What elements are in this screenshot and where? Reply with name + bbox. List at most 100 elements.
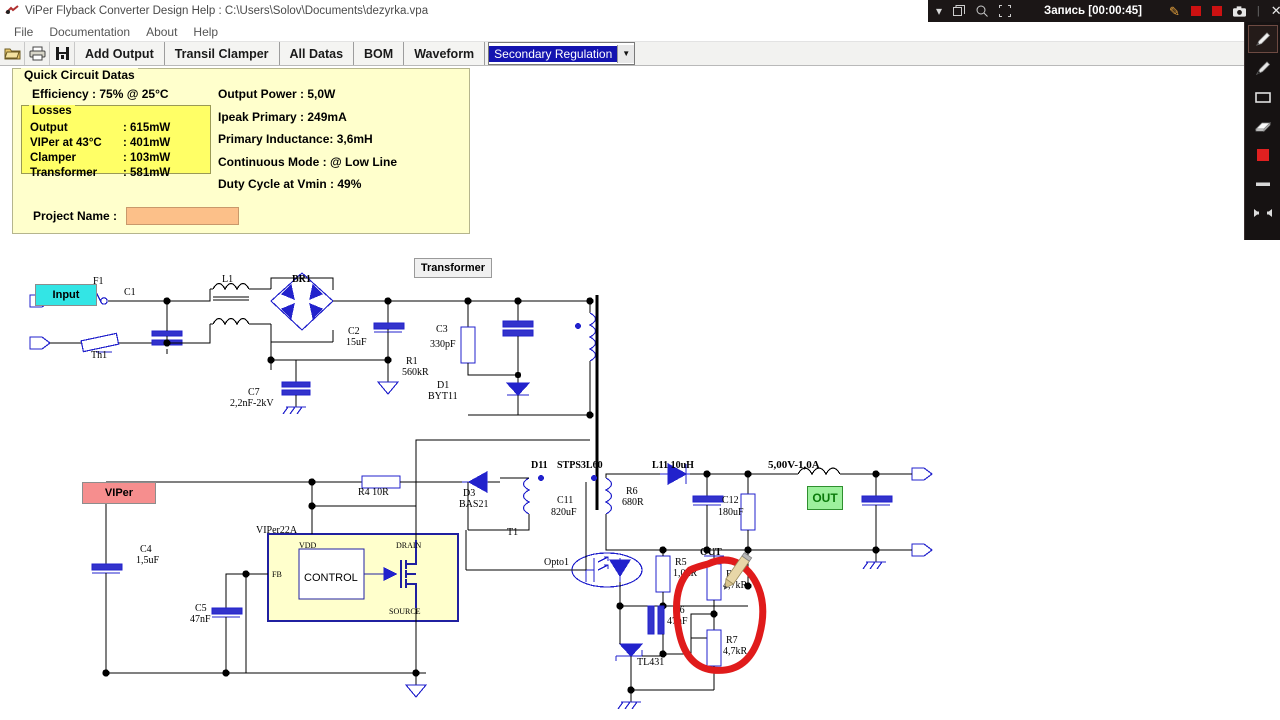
label-d3-value: BAS21 [459, 499, 488, 510]
crop-icon[interactable] [999, 5, 1012, 18]
chevron-down-icon[interactable]: ▼ [617, 44, 635, 63]
regulation-mode-select[interactable]: Secondary Regulation ▼ [488, 42, 636, 65]
window-title: ViPer Flyback Converter Design Help : C:… [25, 4, 429, 17]
rectangle-tool[interactable] [1248, 83, 1278, 111]
transformer-badge[interactable]: Transformer [414, 258, 492, 278]
menu-bar: File Documentation About Help [0, 22, 1244, 42]
panel-title: Quick Circuit Datas [21, 68, 138, 82]
screen-recorder-bar: ▾ Запись [00:00:45] ✎ | ✕ [928, 0, 1280, 22]
tool-bar: Add Output Transil Clamper All Datas BOM… [0, 42, 1244, 66]
close-icon[interactable]: ✕ [1271, 3, 1280, 19]
duty-cycle-text: Duty Cycle at Vmin : 49% [218, 177, 362, 191]
losses-row: Output : 615mW [22, 121, 210, 136]
label-d1: D1 [437, 380, 449, 391]
annotation-tool-strip [1244, 22, 1280, 240]
label-viper22a: VIPer22A [256, 525, 298, 536]
label-r4: R4 10R [358, 487, 389, 498]
schematic-canvas[interactable]: F1 Th1 C1 L1 BR1 C2 15uF C3 330pF R1 560… [0, 240, 1244, 720]
eraser-tool[interactable] [1248, 112, 1278, 140]
label-out-node: OUT [700, 547, 722, 558]
menu-item-about[interactable]: About [138, 23, 185, 41]
label-c1: C1 [124, 287, 136, 298]
zoom-icon[interactable] [976, 5, 988, 18]
label-d1-value: BYT11 [428, 391, 458, 402]
chevron-down-icon[interactable]: ▾ [936, 5, 942, 18]
application-window: ViPer Flyback Converter Design Help : C:… [0, 0, 1244, 720]
print-icon[interactable] [25, 42, 50, 65]
add-output-button[interactable]: Add Output [75, 42, 165, 65]
viper-badge[interactable]: VIPer [82, 482, 156, 504]
bom-button[interactable]: BOM [354, 42, 405, 65]
undo-redo-tool[interactable] [1248, 199, 1278, 227]
continuous-mode-text: Continuous Mode : @ Low Line [218, 154, 398, 169]
label-th1: Th1 [91, 350, 107, 361]
ipeak-primary-text: Ipeak Primary : 249mA [218, 109, 347, 124]
stop-record-icon[interactable] [1190, 5, 1201, 18]
menu-item-help[interactable]: Help [185, 23, 226, 41]
label-r7-value: 4,7kR [723, 646, 748, 657]
label-tl431: TL431 [637, 657, 664, 668]
label-c7: C7 [248, 387, 260, 398]
label-l1: L1 [222, 274, 233, 285]
label-vout: 5,00V-1,0A [768, 459, 820, 471]
label-r1: R1 [406, 356, 418, 367]
save-icon[interactable] [50, 42, 75, 65]
menu-item-documentation[interactable]: Documentation [41, 23, 138, 41]
recording-status: Запись [00:00:45] [1044, 5, 1143, 17]
losses-key: VIPer at 43°C [30, 137, 102, 149]
label-c3: C3 [436, 324, 448, 335]
losses-group: Losses Output : 615mW VIPer at 43°C : 40… [21, 105, 211, 179]
label-c12: C12 [722, 495, 739, 506]
app-icon [5, 4, 19, 18]
output-connector-bottom [911, 543, 933, 557]
line-width-tool[interactable] [1248, 170, 1278, 198]
out-badge[interactable]: OUT [807, 486, 843, 510]
label-fb: FB [272, 570, 282, 579]
color-swatch-tool[interactable] [1248, 141, 1278, 169]
label-c5-value: 47nF [190, 614, 211, 625]
menu-item-file[interactable]: File [6, 23, 41, 41]
losses-key: Output [30, 122, 68, 134]
quick-circuit-datas-panel: Quick Circuit Datas Efficiency : 75% @ 2… [12, 68, 470, 234]
label-d3: D3 [463, 488, 475, 499]
losses-title: Losses [29, 105, 75, 117]
open-folder-icon[interactable] [0, 42, 25, 65]
right-column: Output Power : 5,0W Ipeak Primary : 249m… [218, 87, 397, 200]
window-icon[interactable] [953, 5, 966, 18]
transil-clamper-button[interactable]: Transil Clamper [164, 42, 280, 65]
marker-tool[interactable] [1248, 54, 1278, 82]
record-icon[interactable] [1211, 5, 1222, 18]
label-vdd: VDD [299, 541, 317, 550]
label-c3-value: 330pF [430, 339, 456, 350]
label-control: CONTROL [304, 572, 358, 584]
losses-value: : 401mW [123, 137, 171, 149]
all-datas-button[interactable]: All Datas [279, 42, 355, 65]
project-name-row: Project Name : [33, 207, 240, 225]
label-r5: R5 [675, 557, 687, 568]
waveform-button[interactable]: Waveform [404, 42, 486, 65]
pencil-tool[interactable] [1247, 25, 1278, 53]
output-connector-top [911, 467, 933, 481]
label-drain: DRAIN [396, 541, 422, 550]
label-c4-value: 1,5uF [136, 555, 160, 566]
losses-key: Transformer [30, 167, 98, 179]
losses-row: Transformer : 581mW [22, 166, 210, 181]
divider: | [1256, 5, 1260, 17]
input-badge[interactable]: Input [35, 284, 97, 306]
label-opto1: Opto1 [544, 557, 569, 568]
primary-inductance-text: Primary Inductance: 3,6mH [218, 132, 373, 146]
camera-icon[interactable] [1232, 5, 1246, 18]
efficiency-text: Efficiency : 75% @ 25°C [32, 87, 169, 101]
input-connector-bottom [29, 336, 51, 350]
label-l11: L11 10uH [652, 460, 694, 471]
label-d11: D11 [531, 460, 548, 471]
losses-row: Clamper : 103mW [22, 151, 210, 166]
losses-value: : 581mW [123, 167, 171, 179]
label-c2-value: 15uF [346, 337, 367, 348]
label-br1: BR1 [292, 274, 311, 285]
label-c11-value: 820uF [551, 507, 577, 518]
label-source: SOURCE [389, 607, 421, 616]
label-r1-value: 560kR [402, 367, 429, 378]
project-name-input[interactable] [126, 207, 240, 225]
pencil-icon[interactable]: ✎ [1169, 5, 1180, 18]
